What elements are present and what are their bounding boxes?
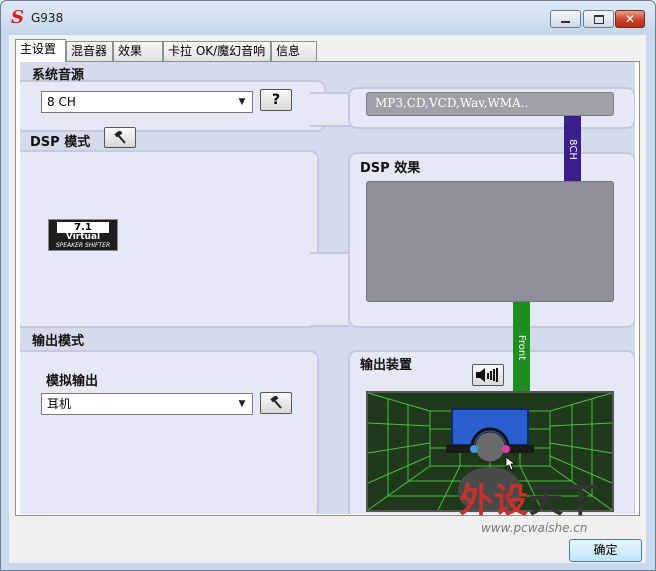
- front-connector-label: Front: [516, 334, 528, 360]
- output-settings-button[interactable]: [260, 392, 292, 414]
- source-channel-value: 8 CH: [47, 95, 76, 109]
- system-source-label: 系统音源: [32, 68, 85, 83]
- analog-output-value: 耳机: [47, 397, 72, 411]
- title-bar[interactable]: S G938 ✕: [1, 1, 655, 35]
- tab-mixer[interactable]: 混音器: [66, 41, 113, 61]
- app-logo-icon: S: [11, 7, 24, 28]
- output-mode-label: 输出模式: [32, 334, 85, 349]
- 8ch-connector-bar: 8CH: [564, 116, 581, 182]
- tab-info[interactable]: 信息: [271, 41, 317, 61]
- help-button[interactable]: ?: [260, 89, 292, 111]
- window-title: G938: [31, 11, 64, 25]
- tab-effects[interactable]: 效果: [113, 41, 163, 61]
- maximize-button[interactable]: [583, 10, 614, 28]
- source-channel-select[interactable]: 8 CH ▼: [41, 91, 253, 113]
- supported-formats-display: MP3,CD,VCD,Wav,WMA..: [366, 92, 614, 116]
- maximize-icon: [584, 11, 613, 27]
- speaker-test-button[interactable]: [472, 364, 504, 386]
- tab-karaoke[interactable]: 卡拉 OK/魔幻音响: [163, 41, 271, 61]
- chevron-down-icon: ▼: [238, 399, 246, 409]
- hammer-icon: [270, 396, 282, 409]
- hammer-icon: [114, 130, 126, 144]
- dsp-mode-label: DSP 模式: [30, 135, 91, 150]
- connector-block: [310, 92, 350, 127]
- analog-output-select[interactable]: 耳机 ▼: [41, 393, 253, 415]
- app-window: S G938 ✕ 主设置 混音器 效果 卡拉 OK/魔幻音响 信息 系统音源 8…: [0, 0, 656, 571]
- minimize-icon: [551, 11, 580, 27]
- watermark-brand: 外设天下: [459, 482, 599, 520]
- chevron-down-icon: ▼: [238, 97, 246, 107]
- dsp-effect-label: DSP 效果: [360, 161, 421, 176]
- virtual-speaker-shifter-logo[interactable]: 7.1 Virtual SPEAKER SHIFTER: [48, 219, 118, 251]
- 8ch-connector-label: 8CH: [567, 138, 578, 160]
- ok-button[interactable]: 确定: [569, 539, 642, 562]
- analog-output-label: 模拟输出: [46, 374, 99, 389]
- watermark-url: www.pcwaishe.cn: [481, 521, 588, 535]
- tab-main-settings[interactable]: 主设置: [15, 39, 66, 62]
- logo-speaker-shifter-text: SPEAKER SHIFTER: [55, 242, 111, 249]
- front-connector-bar: Front: [513, 302, 530, 392]
- speaker-volume-icon: [476, 368, 498, 382]
- main-settings-panel: 系统音源 8 CH ▼ ? MP3,CD,VCD,Wav,WMA.. 8CH D…: [15, 61, 640, 516]
- minimize-button[interactable]: [550, 10, 581, 28]
- output-device-label: 输出装置: [360, 358, 413, 373]
- logo-virtual-text: Virtual: [65, 232, 101, 242]
- watermark-cn-red: 外设: [459, 481, 529, 521]
- bridge-block: [310, 252, 350, 327]
- dsp-settings-button[interactable]: [104, 127, 136, 148]
- watermark: 外设天下 www.pcwaishe.cn: [459, 482, 639, 535]
- dsp-effect-display: [366, 181, 614, 302]
- close-button[interactable]: ✕: [615, 10, 645, 28]
- watermark-cn-black: 天下: [529, 481, 599, 521]
- close-icon: ✕: [624, 12, 636, 26]
- panel-background: 系统音源 8 CH ▼ ? MP3,CD,VCD,Wav,WMA.. 8CH D…: [20, 62, 635, 514]
